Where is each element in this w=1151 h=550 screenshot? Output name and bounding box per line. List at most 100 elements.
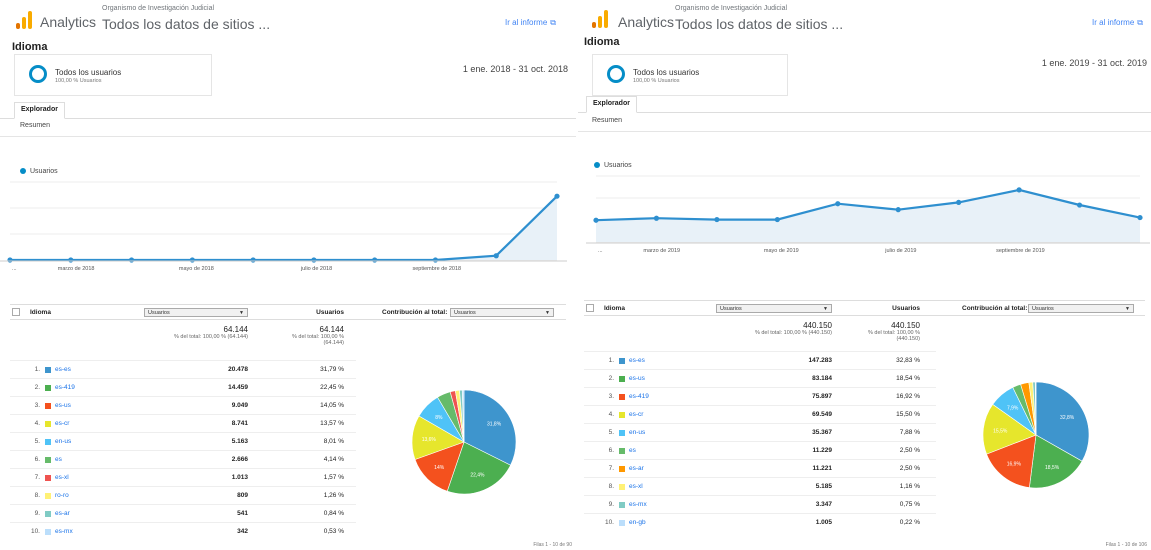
users-percent: 8,01 % xyxy=(323,438,344,445)
color-swatch xyxy=(619,466,625,472)
color-swatch xyxy=(45,439,51,445)
table-row[interactable]: 5. en-us 5.163 8,01 % xyxy=(10,432,356,450)
data-point[interactable] xyxy=(774,216,780,223)
go-to-report-link[interactable]: Ir al informe ⧉ xyxy=(1092,18,1143,28)
pie-slice-label: 22,4% xyxy=(470,473,485,479)
table-row[interactable]: 7. es-xl 1.013 1,57 % xyxy=(10,468,356,486)
language-link[interactable]: es-us xyxy=(629,375,645,382)
data-point[interactable] xyxy=(1076,202,1083,208)
language-link[interactable]: ro-ro xyxy=(55,492,69,499)
view-selector[interactable]: Todos los datos de sitios ... xyxy=(102,16,270,32)
row-index: 9. xyxy=(34,510,40,517)
table-row[interactable]: 6. es 2.666 4,14 % xyxy=(10,450,356,468)
dimension-header[interactable]: Idioma xyxy=(604,305,625,312)
language-link[interactable]: es xyxy=(629,447,636,454)
language-link[interactable]: es-es xyxy=(629,357,645,364)
data-point[interactable] xyxy=(835,201,841,207)
table-row[interactable]: 9. es-mx 3.347 0,75 % xyxy=(584,495,936,513)
data-point[interactable] xyxy=(372,257,378,263)
data-point[interactable] xyxy=(554,193,560,199)
table-row[interactable]: 4. es-cr 8.741 13,57 % xyxy=(10,414,356,432)
language-link[interactable]: es-mx xyxy=(55,528,73,535)
language-link[interactable]: es-ar xyxy=(629,465,644,472)
data-point[interactable] xyxy=(7,257,13,263)
color-swatch xyxy=(619,394,625,400)
users-value: 14.459 xyxy=(228,384,248,391)
users-percent: 4,14 % xyxy=(323,456,344,463)
table-row[interactable]: 2. es-us 83.184 18,54 % xyxy=(584,369,936,387)
data-point[interactable] xyxy=(593,217,599,223)
date-range-picker[interactable]: 1 ene. 2018 - 31 oct. 2018 xyxy=(463,64,568,74)
users-value: 11.221 xyxy=(812,465,832,472)
table-row[interactable]: 1. es-es 147.283 32,83 % xyxy=(584,351,936,369)
table-row[interactable]: 8. es-xl 5.185 1,16 % xyxy=(584,477,936,495)
table-row[interactable]: 1. es-es 20.478 31,79 % xyxy=(10,360,356,378)
language-link[interactable]: en-us xyxy=(55,438,71,445)
metric-select[interactable]: Usuarios ▼ xyxy=(716,304,832,313)
table-row[interactable]: 10. es-mx 342 0,53 % xyxy=(10,522,356,540)
language-link[interactable]: es-419 xyxy=(55,384,75,391)
total-value: 440.150 xyxy=(891,321,920,330)
metric-header[interactable]: Usuarios xyxy=(278,309,344,316)
language-link[interactable]: en-us xyxy=(629,429,645,436)
table-row[interactable]: 3. es-us 9.049 14,05 % xyxy=(10,396,356,414)
table-row[interactable]: 5. en-us 35.367 7,88 % xyxy=(584,423,936,441)
data-point[interactable] xyxy=(432,257,439,263)
row-index: 7. xyxy=(34,474,40,481)
table-row[interactable]: 3. es-419 75.897 16,92 % xyxy=(584,387,936,405)
table-row[interactable]: 9. es-ar 541 0,84 % xyxy=(10,504,356,522)
language-link[interactable]: es xyxy=(55,456,62,463)
data-point[interactable] xyxy=(68,257,74,263)
language-link[interactable]: en-gb xyxy=(629,519,646,526)
table-row[interactable]: 4. es-cr 69.549 15,50 % xyxy=(584,405,936,423)
data-point[interactable] xyxy=(1016,187,1022,193)
subtab-resumen[interactable]: Resumen xyxy=(592,117,622,124)
users-percent: 13,57 % xyxy=(320,420,344,427)
data-point[interactable] xyxy=(714,216,720,223)
x-tick-label: septiembre de 2019 xyxy=(996,248,1045,254)
data-point[interactable] xyxy=(1137,214,1143,221)
table-row[interactable]: 8. ro-ro 809 1,26 % xyxy=(10,486,356,504)
metric-header[interactable]: Usuarios xyxy=(846,305,920,312)
language-link[interactable]: es-cr xyxy=(55,420,69,427)
select-all-checkbox[interactable] xyxy=(586,304,594,312)
language-link[interactable]: es-us xyxy=(55,402,71,409)
users-value: 2.666 xyxy=(231,456,248,463)
language-link[interactable]: es-mx xyxy=(629,501,647,508)
metric-select[interactable]: Usuarios ▼ xyxy=(144,308,248,317)
language-link[interactable]: es-xl xyxy=(629,483,643,490)
data-point[interactable] xyxy=(493,253,499,259)
data-point[interactable] xyxy=(311,257,317,263)
table-row[interactable]: 2. es-419 14.459 22,45 % xyxy=(10,378,356,396)
select-all-checkbox[interactable] xyxy=(12,308,20,316)
data-point[interactable] xyxy=(956,199,962,205)
language-link[interactable]: es-xl xyxy=(55,474,69,481)
table-row[interactable]: 6. es 11.229 2,50 % xyxy=(584,441,936,459)
language-link[interactable]: es-419 xyxy=(629,393,649,400)
table-row[interactable]: 7. es-ar 11.221 2,50 % xyxy=(584,459,936,477)
date-range-picker[interactable]: 1 ene. 2019 - 31 oct. 2019 xyxy=(1042,58,1147,68)
dimension-header[interactable]: Idioma xyxy=(30,309,51,316)
data-point[interactable] xyxy=(895,207,901,213)
view-selector[interactable]: Todos los datos de sitios ... xyxy=(675,16,843,32)
table-pagination: Filas 1 - 10 de 106 xyxy=(1105,542,1147,548)
data-point[interactable] xyxy=(189,257,195,263)
subtab-resumen[interactable]: Resumen xyxy=(20,122,50,129)
data-point[interactable] xyxy=(250,257,256,263)
data-point[interactable] xyxy=(128,257,135,263)
segment-card[interactable]: Todos los usuarios 100,00 % Usuarios xyxy=(592,54,788,96)
users-percent: 7,88 % xyxy=(899,429,920,436)
contribution-select[interactable]: Usuarios ▼ xyxy=(450,308,554,317)
segment-card[interactable]: Todos los usuarios 100,00 % Usuarios xyxy=(14,54,212,96)
go-to-report-link[interactable]: Ir al informe ⧉ xyxy=(505,18,556,28)
contribution-select[interactable]: Usuarios ▼ xyxy=(1028,304,1134,313)
tab-explorador[interactable]: Explorador xyxy=(586,96,637,113)
language-link[interactable]: es-ar xyxy=(55,510,70,517)
total-subtext: % del total: 100,00 % (440.150) xyxy=(754,330,832,336)
data-point[interactable] xyxy=(653,215,660,221)
language-link[interactable]: es-es xyxy=(55,366,71,373)
tab-explorador[interactable]: Explorador xyxy=(14,102,65,119)
language-link[interactable]: es-cr xyxy=(629,411,643,418)
table-row[interactable]: 10. en-gb 1.005 0,22 % xyxy=(584,513,936,531)
pie-slice-label: 13,6% xyxy=(422,437,437,443)
